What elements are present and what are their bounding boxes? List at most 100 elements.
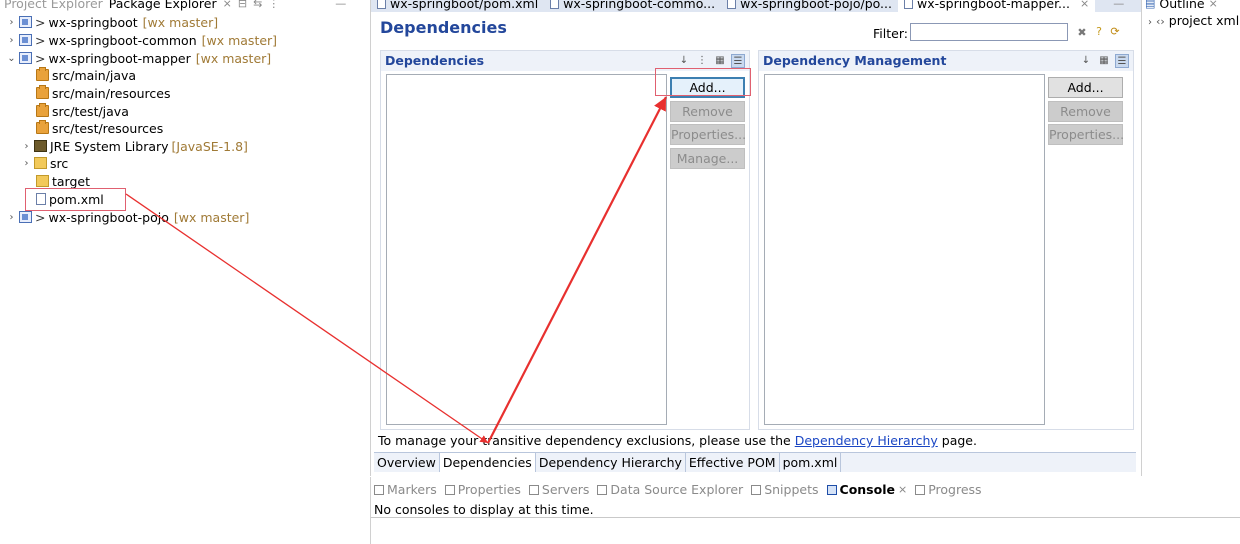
expand-arrow-icon[interactable]: ›: [6, 17, 17, 28]
remove-dependency-button[interactable]: Remove: [670, 101, 745, 122]
expand-arrow-icon[interactable]: ›: [21, 141, 32, 152]
library-icon: [34, 140, 47, 152]
view-menu-icon[interactable]: ⋮: [268, 0, 279, 10]
help-icon[interactable]: ?: [1092, 25, 1106, 39]
add-button-highlight-box: [655, 68, 751, 96]
expand-arrow-icon[interactable]: ›: [21, 158, 32, 169]
dependency-properties-button[interactable]: Properties...: [670, 124, 746, 145]
filter-toggle-icon[interactable]: ☰: [731, 54, 745, 68]
collapse-all-icon[interactable]: ⊟: [238, 0, 247, 10]
tree-item-src[interactable]: › src: [21, 154, 69, 172]
tree-item-src-main-java[interactable]: src/main/java: [34, 66, 136, 84]
tab-properties[interactable]: Properties: [444, 482, 521, 497]
dependencies-section: Dependencies ↓ ⋮ ▦ ☰ Add... Remove Prope…: [380, 50, 750, 430]
pom-page-tabs: Overview Dependencies Dependency Hierarc…: [374, 452, 1136, 472]
show-version-icon[interactable]: ▦: [1097, 54, 1111, 68]
manage-dependency-button[interactable]: Manage...: [670, 148, 745, 169]
tab-data-source-explorer[interactable]: Data Source Explorer: [597, 482, 743, 497]
sort-icon[interactable]: ↓: [677, 54, 691, 68]
source-folder-icon: [36, 103, 49, 117]
dependency-management-toolbar: ↓ ▦ ☰: [1079, 54, 1129, 68]
transitive-hint: To manage your transitive dependency exc…: [378, 433, 977, 448]
folder-icon: [34, 157, 47, 169]
tab-progress[interactable]: Progress: [915, 482, 982, 497]
close-tab-icon[interactable]: ⨯: [1080, 0, 1089, 10]
managed-dependency-properties-button[interactable]: Properties...: [1048, 124, 1124, 145]
editor-tabbar: wx-springboot/pom.xml wx-springboot-comm…: [371, 0, 1141, 12]
link-editor-icon[interactable]: ⇆: [253, 0, 262, 10]
tree-item-src-test-java[interactable]: src/test/java: [34, 102, 129, 120]
tab-servers[interactable]: Servers: [528, 482, 589, 497]
project-icon: [19, 211, 32, 223]
form-title: Dependencies: [380, 18, 507, 37]
dependencies-list[interactable]: [386, 74, 667, 425]
xml-file-icon: [727, 0, 737, 9]
project-icon: [19, 34, 32, 46]
collapse-arrow-icon[interactable]: ⌄: [6, 53, 17, 64]
close-icon[interactable]: ⨯: [223, 0, 232, 10]
outline-tabbar: ▤ Outline ⨯: [1145, 0, 1218, 12]
source-folder-icon: [36, 85, 49, 99]
tree-item-jre-system-library[interactable]: › JRE System Library [JavaSE-1.8]: [21, 137, 248, 155]
expand-arrow-icon[interactable]: ›: [6, 212, 17, 223]
dependency-management-list[interactable]: [764, 74, 1045, 425]
filter-label: Filter:: [873, 26, 908, 41]
add-managed-dependency-button[interactable]: Add...: [1048, 77, 1123, 98]
tab-dependencies[interactable]: Dependencies: [439, 453, 536, 472]
editor-tab-wx-springboot-pojo[interactable]: wx-springboot-pojo/po...: [721, 0, 898, 12]
data-source-icon: [597, 484, 608, 495]
dependency-hierarchy-link[interactable]: Dependency Hierarchy: [795, 433, 938, 448]
dependency-management-section: Dependency Management ↓ ▦ ☰ Add... Remov…: [758, 50, 1134, 430]
tree-item-wx-springboot-common[interactable]: › > wx-springboot-common [wx master]: [6, 31, 278, 49]
tab-outline[interactable]: Outline: [1159, 0, 1204, 11]
tree-item-wx-springboot[interactable]: › > wx-springboot [wx master]: [6, 13, 219, 31]
pom-highlight-box: [25, 188, 126, 211]
outline-item-project[interactable]: › ‹› project xml: [1148, 13, 1239, 28]
filter-toggle-icon[interactable]: ☰: [1115, 54, 1129, 68]
snippets-icon: [751, 484, 762, 495]
expand-arrow-icon[interactable]: ›: [1148, 17, 1152, 28]
sort-icon[interactable]: ↓: [1079, 54, 1093, 68]
editor-tab-wx-springboot-pom[interactable]: wx-springboot/pom.xml: [371, 0, 544, 12]
tab-effective-pom[interactable]: Effective POM: [686, 453, 780, 472]
tab-markers[interactable]: Markers: [374, 482, 437, 497]
tree-item-src-test-resources[interactable]: src/test/resources: [34, 119, 163, 137]
close-icon[interactable]: ⨯: [1209, 0, 1218, 10]
source-folder-icon: [36, 120, 49, 134]
minimize-icon[interactable]: —: [335, 0, 346, 10]
clear-filter-icon[interactable]: ✖: [1075, 26, 1089, 40]
tab-console[interactable]: Console ⨯: [826, 482, 907, 497]
remove-managed-dependency-button[interactable]: Remove: [1048, 101, 1123, 122]
group-icon[interactable]: ⋮: [695, 54, 709, 68]
tree-item-src-main-resources[interactable]: src/main/resources: [34, 84, 170, 102]
editor-tab-wx-springboot-mapper[interactable]: wx-springboot-mapper... ⨯: [897, 0, 1096, 12]
markers-icon: [374, 484, 384, 495]
package-explorer-view: Project Explorer Package Explorer ⨯ ⊟ ⇆ …: [0, 0, 369, 544]
editor-tab-wx-springboot-common[interactable]: wx-springboot-commo...: [544, 0, 721, 12]
close-icon[interactable]: ⨯: [898, 483, 907, 496]
console-icon: [826, 484, 837, 495]
outline-icon: ▤: [1145, 0, 1156, 10]
tab-overview[interactable]: Overview: [374, 453, 440, 472]
tab-pom-xml[interactable]: pom.xml: [780, 453, 842, 472]
source-folder-icon: [36, 67, 49, 81]
outline-view: ▤ Outline ⨯ › ‹› project xml: [1141, 0, 1240, 476]
tab-dependency-hierarchy[interactable]: Dependency Hierarchy: [536, 453, 686, 472]
project-icon: [19, 52, 32, 64]
tab-project-explorer[interactable]: Project Explorer: [4, 0, 103, 11]
expand-arrow-icon[interactable]: ›: [6, 35, 17, 46]
xml-element-icon: ‹›: [1155, 15, 1165, 28]
console-divider: [371, 517, 1240, 518]
tab-package-explorer[interactable]: Package Explorer: [109, 0, 217, 11]
folder-icon: [36, 175, 49, 187]
minimize-icon[interactable]: —: [1113, 0, 1124, 10]
tree-item-wx-springboot-mapper[interactable]: ⌄ > wx-springboot-mapper [wx master]: [6, 49, 271, 67]
pom-editor: wx-springboot/pom.xml wx-springboot-comm…: [370, 0, 1141, 476]
refresh-icon[interactable]: ⟳: [1108, 25, 1122, 39]
dependencies-toolbar: ↓ ⋮ ▦ ☰: [677, 54, 745, 68]
filter-input[interactable]: [910, 23, 1068, 41]
servers-icon: [528, 484, 539, 495]
show-version-icon[interactable]: ▦: [713, 54, 727, 68]
project-icon: [19, 16, 32, 28]
tab-snippets[interactable]: Snippets: [751, 482, 819, 497]
